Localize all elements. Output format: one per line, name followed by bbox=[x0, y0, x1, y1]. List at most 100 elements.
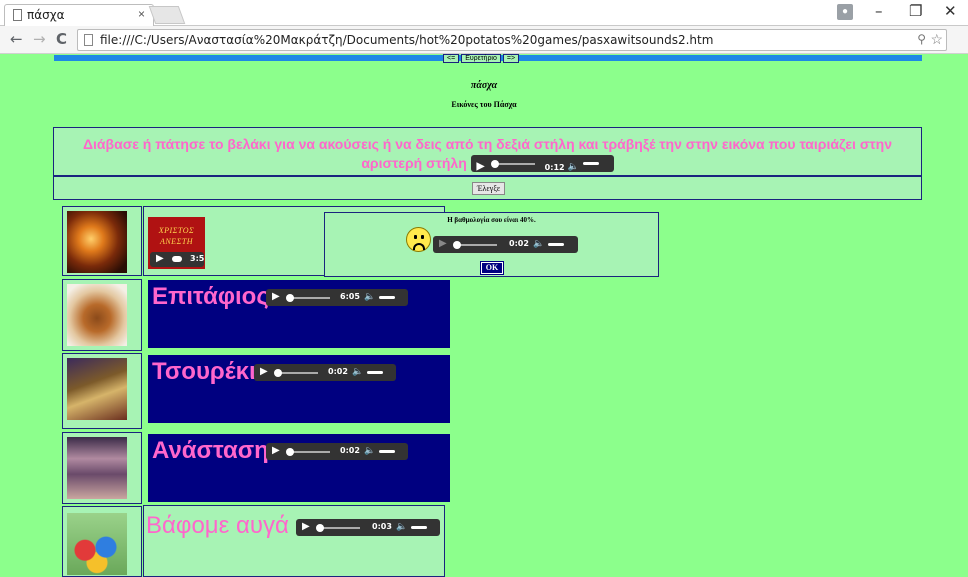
tsoureki-image bbox=[67, 284, 127, 346]
play-icon[interactable]: ▶ bbox=[156, 253, 164, 264]
audio-knob[interactable] bbox=[274, 369, 282, 377]
volume-icon[interactable]: 🔈 bbox=[352, 366, 363, 377]
audio-knob[interactable] bbox=[316, 524, 324, 532]
picture-cell-4 bbox=[62, 432, 142, 504]
reload-button[interactable]: C bbox=[56, 30, 67, 48]
picture-cell-5 bbox=[62, 506, 142, 577]
face-eye bbox=[414, 235, 417, 239]
card-audio-player[interactable]: ▶ 0:02 🔈 bbox=[266, 443, 408, 460]
close-window-button[interactable]: ✕ bbox=[944, 2, 957, 20]
browser-tab[interactable]: πάσχα × bbox=[4, 4, 154, 26]
matched-card-line1: ΧΡΙΣΤΟΣ bbox=[158, 226, 195, 235]
back-button[interactable]: ← bbox=[10, 30, 23, 48]
play-icon[interactable]: ▶ bbox=[272, 291, 280, 302]
check-row: Έλεγξε bbox=[53, 176, 922, 200]
feedback-audio-player[interactable]: ▶ 0:02 🔈 bbox=[433, 236, 578, 253]
volume-bar[interactable] bbox=[548, 243, 564, 246]
tab-title: πάσχα bbox=[27, 8, 65, 22]
page-title: πάσχα bbox=[470, 80, 498, 91]
resurrection-icon-image bbox=[67, 358, 127, 420]
nav-next-button[interactable]: => bbox=[502, 54, 520, 63]
url-text[interactable]: file:///C:/Users/Αναστασία%20Μακράτζη/Do… bbox=[100, 33, 713, 47]
drag-card-epitafios[interactable]: Επιτάφιος ▶ 6:05 🔈 bbox=[148, 280, 450, 348]
matched-card-text: ΧΡΙΣΤΟΣ ΑΝΕΣΤΗ bbox=[148, 225, 205, 247]
page-icon bbox=[13, 9, 22, 21]
card-audio-player[interactable]: ▶ 0:02 🔈 bbox=[254, 364, 396, 381]
play-icon[interactable]: ▶ bbox=[260, 366, 268, 377]
check-button[interactable]: Έλεγξε bbox=[472, 182, 506, 195]
audio-knob[interactable] bbox=[490, 159, 499, 168]
face-eye bbox=[421, 235, 424, 239]
picture-cell-2 bbox=[62, 279, 142, 351]
audio-time: 0:02 bbox=[328, 367, 348, 376]
audio-time: 0:02 bbox=[340, 446, 360, 455]
tab-close-icon[interactable]: × bbox=[138, 7, 145, 21]
volume-icon[interactable]: 🔈 bbox=[568, 157, 579, 176]
matched-card-xristos-anesti[interactable]: ΧΡΙΣΤΟΣ ΑΝΕΣΤΗ ▶ 3:5 bbox=[148, 217, 205, 269]
face-mouth bbox=[413, 243, 425, 250]
volume-bar[interactable] bbox=[582, 161, 599, 165]
volume-icon[interactable]: 🔈 bbox=[364, 291, 375, 302]
audio-track[interactable] bbox=[492, 162, 535, 165]
audio-knob[interactable] bbox=[286, 448, 294, 456]
card-label: Επιτάφιος bbox=[152, 283, 269, 310]
audio-track[interactable] bbox=[318, 527, 360, 529]
drop-target-5[interactable]: Βάφομε αυγά ▶ 0:03 🔈 bbox=[143, 505, 445, 577]
card-label: Τσουρέκι bbox=[152, 358, 256, 385]
sad-face-icon bbox=[406, 227, 431, 252]
card-label-vafome-avga[interactable]: Βάφομε αυγά bbox=[146, 512, 289, 540]
instructions-text: Διάβασε ή πάτησε το βελάκι για να ακούσε… bbox=[54, 135, 921, 173]
audio-knob[interactable] bbox=[453, 241, 461, 249]
audio-track[interactable] bbox=[288, 297, 330, 299]
card-label: Ανάσταση bbox=[152, 437, 269, 464]
page-subtitle: Εικόνες του Πάσχα bbox=[451, 100, 517, 109]
drag-card-tsoureki[interactable]: Τσουρέκι ▶ 0:02 🔈 bbox=[148, 355, 450, 423]
audio-time: 0:02 bbox=[509, 239, 529, 248]
instructions-audio-player[interactable]: ▶ 0:12 🔈 bbox=[470, 154, 614, 172]
volume-bar[interactable] bbox=[379, 296, 395, 299]
card-audio-player[interactable]: ▶ 6:05 🔈 bbox=[266, 289, 408, 306]
audio-track[interactable] bbox=[455, 244, 497, 246]
forward-button[interactable]: → bbox=[33, 30, 46, 48]
address-bar[interactable]: file:///C:/Users/Αναστασία%20Μακράτζη/Do… bbox=[77, 29, 947, 51]
zoom-icon[interactable]: ⚲ bbox=[917, 32, 926, 46]
audio-time: 6:05 bbox=[340, 292, 360, 301]
score-text: Η βαθμολογία σου είναι 40%. bbox=[447, 216, 536, 224]
browser-title-bar: πάσχα × ● – ❐ ✕ bbox=[0, 0, 968, 26]
nav-prev-button[interactable]: <= bbox=[443, 54, 460, 63]
matched-card-audio-player[interactable]: ▶ 3:5 bbox=[150, 252, 204, 267]
volume-icon[interactable]: 🔈 bbox=[364, 445, 375, 456]
restore-button[interactable]: ❐ bbox=[909, 2, 922, 20]
audio-time: 0:12 bbox=[544, 162, 565, 172]
play-icon[interactable]: ▶ bbox=[439, 238, 447, 249]
audio-knob[interactable] bbox=[172, 256, 182, 262]
card-audio-player[interactable]: ▶ 0:03 🔈 bbox=[296, 519, 440, 536]
volume-icon[interactable]: 🔈 bbox=[533, 238, 544, 249]
feedback-popup: Η βαθμολογία σου είναι 40%. ▶ 0:02 🔈 OK bbox=[324, 212, 659, 277]
nav-index-button[interactable]: Ευρετήριο bbox=[461, 54, 501, 63]
instructions-box: Διάβασε ή πάτησε το βελάκι για να ακούσε… bbox=[53, 127, 922, 176]
audio-time: 0:03 bbox=[372, 522, 392, 531]
picture-cell-3 bbox=[62, 353, 142, 429]
exercise-nav: <= Ευρετήριο => bbox=[443, 54, 520, 63]
audio-knob[interactable] bbox=[286, 294, 294, 302]
candle-fire-image bbox=[67, 211, 127, 273]
drag-card-anastasi[interactable]: Ανάσταση ▶ 0:02 🔈 bbox=[148, 434, 450, 502]
audio-track[interactable] bbox=[276, 372, 318, 374]
user-icon[interactable]: ● bbox=[837, 4, 853, 20]
play-icon[interactable]: ▶ bbox=[477, 157, 485, 176]
bookmark-star-icon[interactable]: ☆ bbox=[930, 31, 943, 48]
ok-button[interactable]: OK bbox=[480, 261, 504, 275]
play-icon[interactable]: ▶ bbox=[272, 445, 280, 456]
browser-toolbar: ← → C file:///C:/Users/Αναστασία%20Μακρά… bbox=[0, 26, 968, 54]
volume-bar[interactable] bbox=[379, 450, 395, 453]
play-icon[interactable]: ▶ bbox=[302, 521, 310, 532]
new-tab-button[interactable] bbox=[148, 6, 186, 24]
audio-time: 3:5 bbox=[190, 254, 205, 263]
volume-icon[interactable]: 🔈 bbox=[396, 521, 407, 532]
minimize-button[interactable]: – bbox=[875, 2, 883, 20]
volume-bar[interactable] bbox=[367, 371, 383, 374]
file-icon bbox=[84, 34, 93, 46]
volume-bar[interactable] bbox=[411, 526, 427, 529]
audio-track[interactable] bbox=[288, 451, 330, 453]
